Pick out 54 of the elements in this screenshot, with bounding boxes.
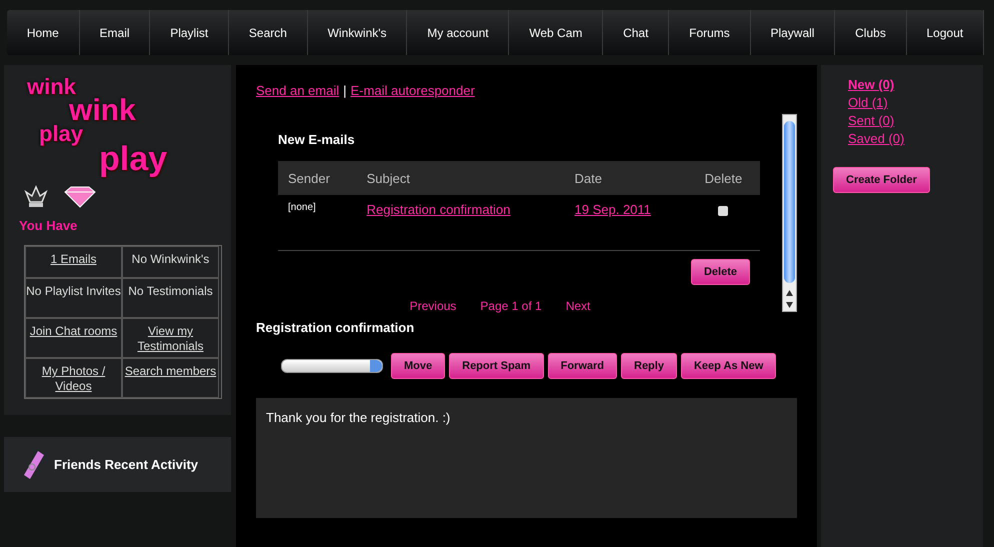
nav-item[interactable]: Search — [229, 10, 308, 55]
date-link[interactable]: 19 Sep. 2011 — [574, 202, 651, 217]
folder-select[interactable] — [281, 359, 383, 373]
action-button[interactable]: Reply — [621, 353, 677, 379]
table-cell: [none] — [278, 195, 357, 250]
create-folder-button[interactable]: Create Folder — [833, 167, 930, 193]
summary-link[interactable]: View my Testimonials — [123, 320, 218, 356]
nav-item[interactable]: Clubs — [835, 10, 907, 55]
scrollbar[interactable] — [782, 114, 797, 312]
summary-text: No Playlist Invites — [26, 283, 121, 300]
folder-link[interactable]: Saved (0) — [848, 131, 983, 146]
send-email-link[interactable]: Send an email — [256, 83, 340, 98]
nav-item[interactable]: Web Cam — [509, 10, 604, 55]
gem-icon — [63, 186, 97, 208]
action-button[interactable]: Report Spam — [449, 353, 544, 379]
folder-link[interactable]: New (0) — [848, 77, 983, 92]
nav-item[interactable]: Winkwink's — [308, 10, 408, 55]
pagination-link[interactable]: Next — [566, 299, 590, 313]
nav-item[interactable]: Forums — [669, 10, 751, 55]
nav-item[interactable]: Playwall — [750, 10, 836, 55]
action-button[interactable]: Forward — [548, 353, 617, 379]
scroll-icon — [22, 448, 46, 481]
message-body: Thank you for the registration. :) — [256, 398, 797, 518]
page-indicator: Page 1 of 1 — [480, 299, 542, 313]
column-header: Date — [564, 161, 687, 195]
nav-item[interactable]: Logout — [906, 10, 984, 55]
summary-text: No Testimonials — [128, 283, 213, 300]
nav-item[interactable]: Playlist — [150, 10, 230, 55]
separator-text: | — [343, 83, 347, 98]
logo: wink wink play play — [26, 77, 168, 174]
action-button[interactable]: Move — [391, 353, 446, 379]
nav-item[interactable]: Email — [80, 10, 150, 55]
scroll-up-icon[interactable] — [786, 290, 793, 296]
summary-link[interactable]: My Photos / Videos — [26, 360, 121, 396]
column-header: Delete — [686, 161, 760, 195]
scroll-down-icon[interactable] — [786, 302, 793, 308]
folder-link[interactable]: Sent (0) — [848, 113, 983, 128]
section-title: You Have — [19, 218, 78, 234]
nav-item[interactable]: Home — [7, 10, 80, 55]
autoresponder-link[interactable]: E-mail autoresponder — [350, 83, 475, 98]
nav-item[interactable]: Chat — [603, 10, 670, 55]
delete-checkbox[interactable] — [718, 206, 728, 216]
summary-text: No Winkwink's — [132, 251, 210, 268]
pagination-link[interactable]: Previous — [410, 299, 456, 313]
folder-link[interactable]: Old (1) — [848, 95, 983, 110]
column-header: Sender — [278, 161, 357, 195]
delete-button[interactable]: Delete — [690, 259, 750, 285]
nav-item[interactable]: My account — [407, 10, 510, 55]
section-title: New E-mails — [278, 132, 356, 147]
section-title: Friends Recent Activity — [54, 457, 198, 472]
column-header: Subject — [356, 161, 565, 195]
action-button[interactable]: Keep As New — [680, 353, 776, 379]
message-title: Registration confirmation — [256, 320, 416, 335]
subject-link[interactable]: Registration confirmation — [366, 202, 510, 217]
